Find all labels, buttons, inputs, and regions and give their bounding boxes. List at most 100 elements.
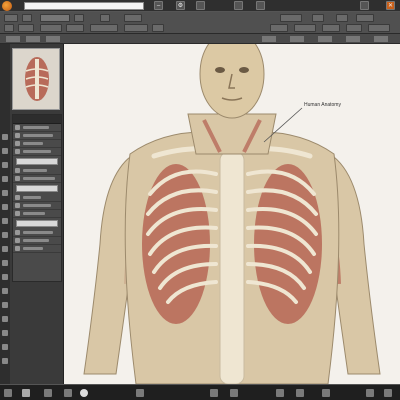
tool-icon[interactable]	[2, 218, 8, 224]
status-icon[interactable]	[296, 389, 304, 397]
title-bar: – ⚙ ✕	[0, 0, 400, 12]
layer-icon	[15, 149, 20, 154]
tool-icon[interactable]	[2, 358, 8, 364]
panel-row[interactable]	[13, 132, 61, 140]
tool-icon[interactable]	[2, 260, 8, 266]
toolbar-button[interactable]	[368, 24, 390, 32]
toolbar-button[interactable]	[124, 24, 148, 32]
close-button[interactable]: ✕	[386, 1, 395, 10]
toolbar-button[interactable]	[4, 14, 18, 22]
status-icon[interactable]	[64, 389, 72, 397]
tool-button[interactable]	[256, 1, 265, 10]
status-icon[interactable]	[136, 389, 144, 397]
toolbar-button[interactable]	[280, 14, 302, 22]
panel-row[interactable]	[13, 194, 61, 202]
tool-icon[interactable]	[2, 176, 8, 182]
tool-icon[interactable]	[2, 302, 8, 308]
tool-icon[interactable]	[2, 148, 8, 154]
toolbar-button[interactable]	[100, 14, 110, 22]
text-field[interactable]	[16, 158, 58, 165]
panel-row[interactable]	[13, 229, 61, 237]
main-toolbar	[0, 12, 400, 34]
tool-button[interactable]	[234, 1, 243, 10]
ruler-tab[interactable]	[26, 36, 40, 42]
tool-icon[interactable]	[2, 190, 8, 196]
toolbar-button[interactable]	[74, 14, 84, 22]
tool-icon[interactable]	[2, 274, 8, 280]
ruler-bar	[0, 34, 400, 44]
text-field[interactable]	[16, 185, 58, 192]
ruler-tab[interactable]	[262, 36, 276, 42]
minimize-button[interactable]: –	[154, 1, 163, 10]
toolbar-button[interactable]	[294, 24, 316, 32]
status-icon[interactable]	[4, 389, 12, 397]
toolbar-button[interactable]	[40, 24, 62, 32]
tool-strip	[0, 44, 10, 384]
toolbar-button[interactable]	[336, 14, 348, 22]
ruler-tab[interactable]	[318, 36, 332, 42]
status-icon[interactable]	[230, 389, 238, 397]
toolbar-button[interactable]	[18, 24, 34, 32]
ruler-tab[interactable]	[346, 36, 360, 42]
tool-icon[interactable]	[2, 288, 8, 294]
left-panel	[0, 44, 64, 384]
toolbar-button[interactable]	[124, 14, 142, 22]
anatomy-figure[interactable]	[64, 44, 400, 384]
tool-button[interactable]	[196, 1, 205, 10]
layer-icon	[15, 238, 20, 243]
toolbar-button[interactable]	[40, 14, 70, 22]
panel-row[interactable]	[13, 124, 61, 132]
panel-row[interactable]	[13, 245, 61, 253]
status-icon[interactable]	[80, 389, 88, 397]
panel-row[interactable]	[13, 175, 61, 183]
text-field[interactable]	[16, 220, 58, 227]
tool-icon[interactable]	[2, 204, 8, 210]
panel-row[interactable]	[13, 210, 61, 218]
app-logo-icon[interactable]	[2, 1, 12, 11]
toolbar-button[interactable]	[312, 14, 324, 22]
ruler-tab[interactable]	[290, 36, 304, 42]
toolbar-button[interactable]	[322, 24, 340, 32]
toolbar-button[interactable]	[66, 24, 84, 32]
ruler-tab[interactable]	[46, 36, 60, 42]
status-icon[interactable]	[384, 389, 392, 397]
callout-label: Human Anatomy	[304, 102, 341, 108]
toolbar-button[interactable]	[346, 24, 362, 32]
toolbar-button[interactable]	[270, 24, 288, 32]
tool-icon[interactable]	[2, 246, 8, 252]
tool-icon[interactable]	[2, 344, 8, 350]
properties-panel	[12, 114, 62, 282]
status-icon[interactable]	[366, 389, 374, 397]
tool-icon[interactable]	[2, 134, 8, 140]
model-viewport[interactable]: Human Anatomy	[64, 44, 400, 384]
panel-row[interactable]	[13, 167, 61, 175]
toolbar-button[interactable]	[90, 24, 118, 32]
ruler-tab[interactable]	[374, 36, 388, 42]
panel-row[interactable]	[13, 202, 61, 210]
tool-icon[interactable]	[2, 232, 8, 238]
layer-icon	[15, 141, 20, 146]
panel-row[interactable]	[13, 140, 61, 148]
toolbar-button[interactable]	[22, 14, 32, 22]
layer-icon	[15, 125, 20, 130]
panel-header	[13, 115, 61, 124]
panel-row[interactable]	[13, 237, 61, 245]
torso-thumbnail[interactable]	[12, 48, 60, 110]
tool-button[interactable]	[360, 1, 369, 10]
status-icon[interactable]	[322, 389, 330, 397]
status-icon[interactable]	[22, 389, 30, 397]
panel-row[interactable]	[13, 148, 61, 156]
path-field[interactable]	[24, 2, 144, 10]
tool-icon[interactable]	[2, 316, 8, 322]
toolbar-button[interactable]	[4, 24, 14, 32]
toolbar-button[interactable]	[356, 14, 374, 22]
status-icon[interactable]	[210, 389, 218, 397]
settings-icon[interactable]: ⚙	[176, 1, 185, 10]
status-icon[interactable]	[276, 389, 284, 397]
ruler-tab[interactable]	[6, 36, 20, 42]
tool-icon[interactable]	[2, 162, 8, 168]
layer-icon	[15, 211, 20, 216]
status-icon[interactable]	[44, 389, 52, 397]
toolbar-button[interactable]	[152, 24, 164, 32]
tool-icon[interactable]	[2, 330, 8, 336]
